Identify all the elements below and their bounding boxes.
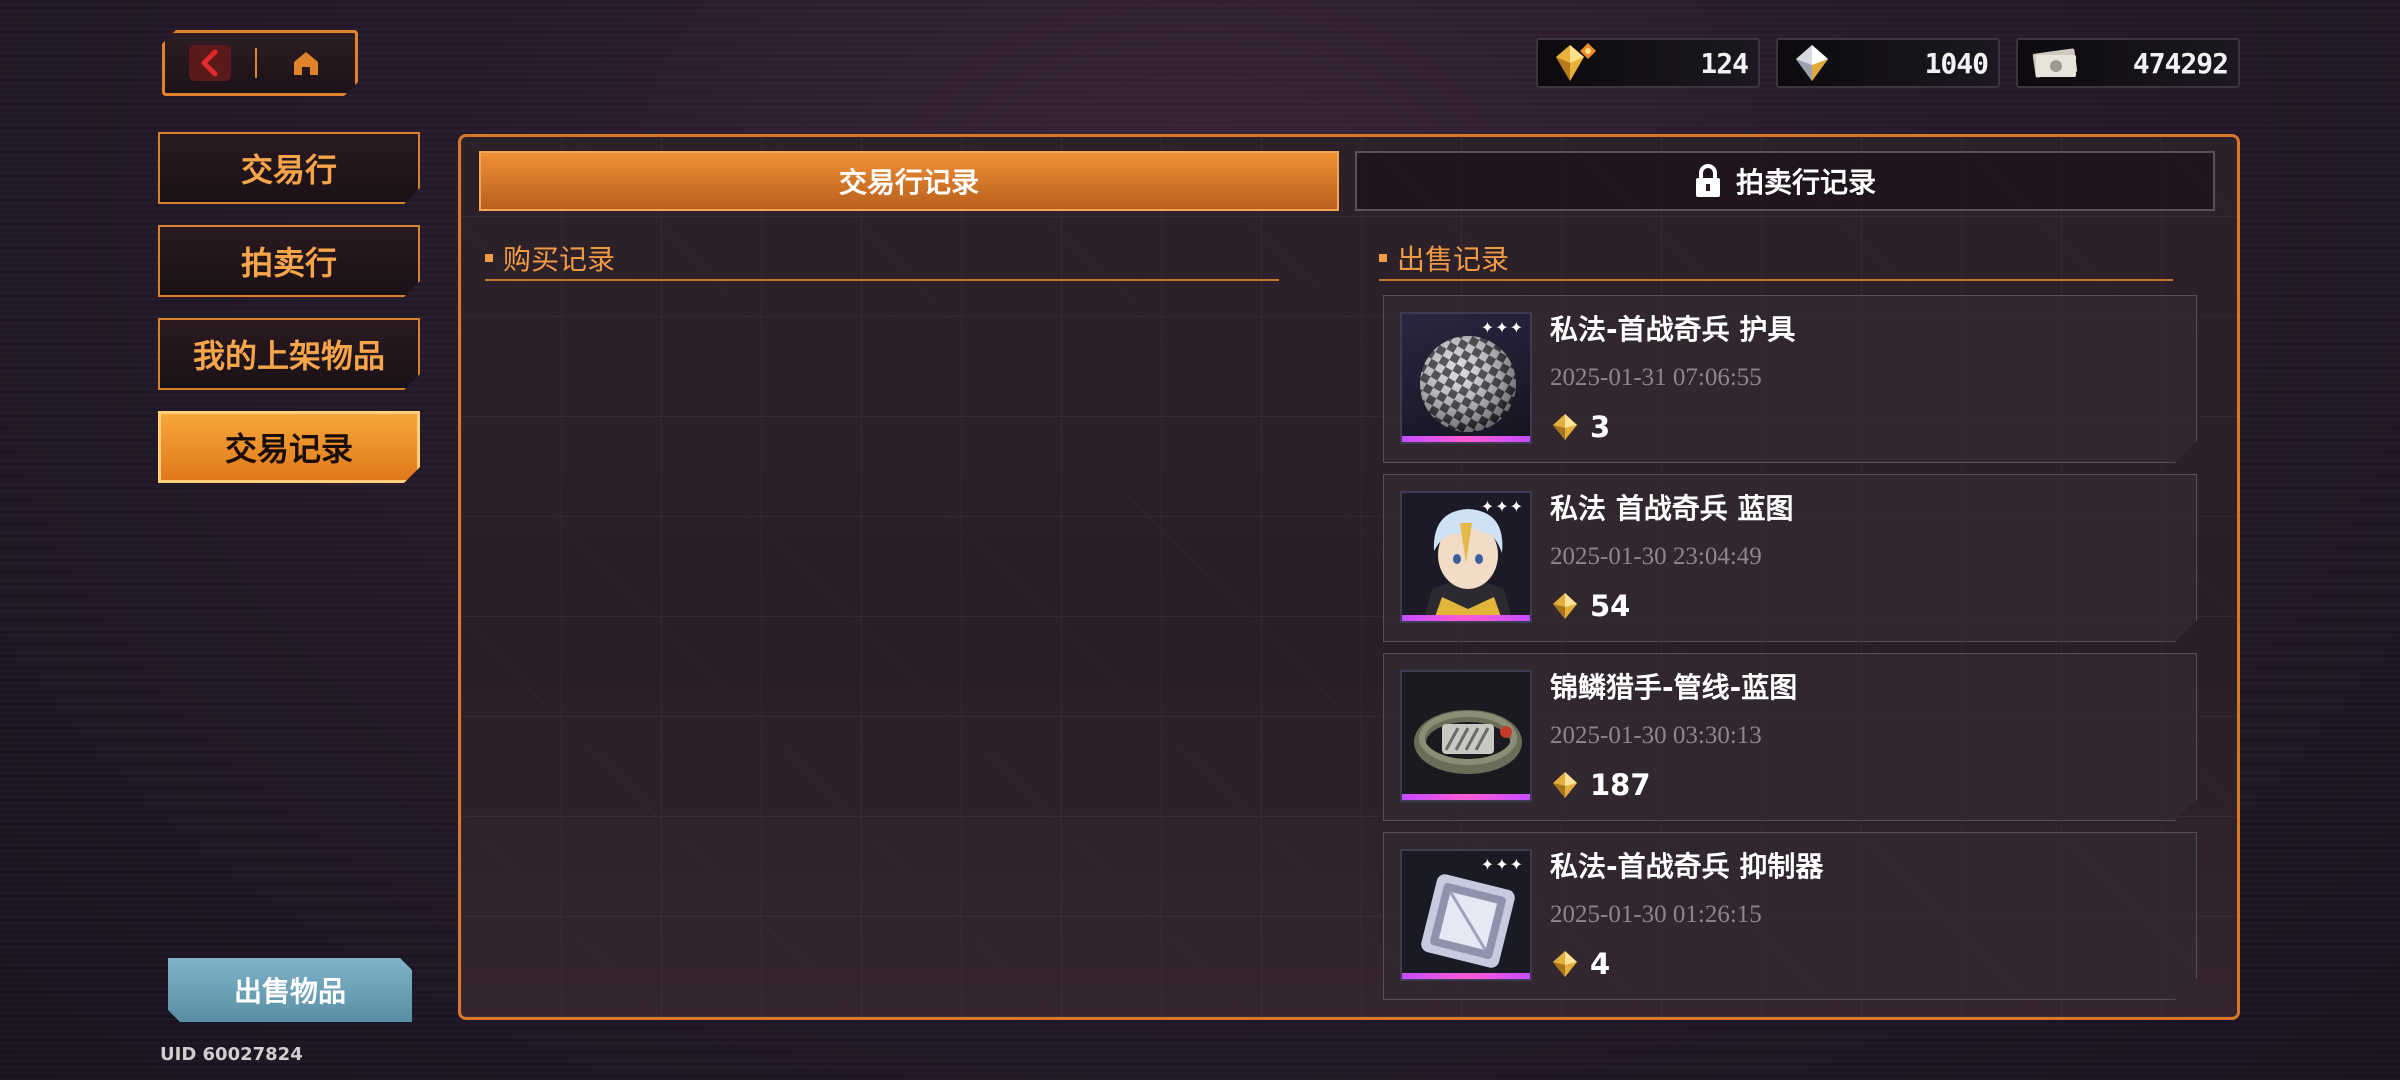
rarity-bar — [1402, 615, 1530, 621]
tab-label: 拍卖行记录 — [1735, 166, 1876, 199]
sidebar-item-label: 交易行 — [240, 151, 337, 189]
cash-icon — [2032, 48, 2078, 78]
crystal-cube-icon: ✦✦✦ — [1400, 849, 1532, 981]
sidebar-item-trading[interactable]: 交易行 — [158, 132, 420, 204]
item-name: 私法-首战奇兵 护具 — [1550, 313, 1796, 346]
bullet-marker — [1379, 254, 1387, 262]
star-rating: ✦✦✦ — [1480, 318, 1524, 337]
currency-gem-value: 1040 — [1924, 46, 1989, 80]
sidebar-item-label: 我的上架物品 — [192, 337, 385, 375]
section-title: 购买记录 — [503, 243, 616, 276]
tab-trading-records[interactable]: 交易行记录 — [479, 151, 1339, 211]
sale-price: 3 — [1550, 410, 1610, 444]
sidebar-item-label: 拍卖行 — [240, 244, 337, 282]
sale-time: 2025-01-30 23:04:49 — [1550, 543, 1762, 570]
item-name: 私法-首战奇兵 抑制器 — [1550, 850, 1824, 883]
top-nav — [162, 30, 358, 96]
currency-gem[interactable]: 1040 — [1776, 38, 2000, 88]
rarity-bar — [1402, 436, 1530, 442]
lock-icon — [1695, 164, 1720, 197]
sidebar-item-auction[interactable]: 拍卖行 — [158, 225, 420, 297]
sidebar-item-my-listings[interactable]: 我的上架物品 — [158, 318, 420, 390]
tab-auction-records[interactable]: 拍卖行记录 — [1355, 151, 2215, 211]
sale-time: 2025-01-30 03:30:13 — [1550, 722, 1762, 749]
sale-time: 2025-01-30 01:26:15 — [1550, 901, 1762, 928]
sale-record[interactable]: ✦✦✦ 私法-首战奇兵 抑制器 2025-01-30 01:26:15 4 — [1383, 832, 2197, 1000]
sale-record[interactable]: ✦✦✦ 私法 首战奇兵 蓝图 2025-01-30 23:04:49 54 — [1383, 474, 2197, 642]
cable-coil-icon — [1400, 670, 1532, 802]
item-name: 锦鳞猎手-管线-蓝图 — [1550, 671, 1798, 704]
armor-orb-icon: ✦✦✦ — [1400, 312, 1532, 444]
sidebar-item-trade-records[interactable]: 交易记录 — [158, 411, 420, 483]
back-icon — [189, 45, 231, 81]
item-name: 私法 首战奇兵 蓝图 — [1550, 492, 1794, 525]
price-value: 4 — [1590, 947, 1611, 981]
star-rating: ✦✦✦ — [1480, 855, 1524, 874]
gem-icon — [1796, 45, 1828, 81]
records-panel: 交易行记录 拍卖行记录 购买记录 出售记录 ✦✦✦ 私法-首战奇兵 护具 202… — [458, 134, 2240, 1020]
premium-gem-icon — [1556, 43, 1596, 81]
sale-price: 4 — [1550, 947, 1610, 981]
currency-cash-value: 474292 — [2132, 46, 2229, 80]
sell-items-label: 出售物品 — [233, 975, 346, 1008]
currency-cash[interactable]: 474292 — [2016, 38, 2240, 88]
sidebar-item-label: 交易记录 — [224, 430, 353, 468]
star-rating: ✦✦✦ — [1480, 497, 1524, 516]
user-id: UID 60027824 — [160, 1044, 303, 1065]
currency-premium-value: 124 — [1700, 46, 1749, 80]
home-icon — [291, 48, 321, 78]
character-portrait-icon: ✦✦✦ — [1400, 491, 1532, 623]
bullet-marker — [485, 254, 493, 262]
price-value: 3 — [1590, 410, 1611, 444]
home-button[interactable] — [257, 48, 355, 78]
sale-price: 54 — [1550, 589, 1630, 623]
sales-records-heading: 出售记录 — [1379, 237, 2173, 281]
price-gem-icon — [1550, 770, 1580, 800]
rarity-bar — [1402, 794, 1530, 800]
price-gem-icon — [1550, 949, 1580, 979]
sale-price: 187 — [1550, 768, 1651, 802]
back-button[interactable] — [165, 33, 255, 93]
section-title: 出售记录 — [1397, 243, 1510, 276]
sale-time: 2025-01-31 07:06:55 — [1550, 364, 1762, 391]
sell-items-button[interactable]: 出售物品 — [168, 958, 412, 1022]
sale-record[interactable]: 锦鳞猎手-管线-蓝图 2025-01-30 03:30:13 187 — [1383, 653, 2197, 821]
price-gem-icon — [1550, 591, 1580, 621]
currency-premium[interactable]: 124 — [1536, 38, 1760, 88]
purchase-records-heading: 购买记录 — [485, 237, 1279, 281]
price-value: 54 — [1590, 589, 1631, 623]
price-value: 187 — [1590, 768, 1651, 802]
rarity-bar — [1402, 973, 1530, 979]
sale-record[interactable]: ✦✦✦ 私法-首战奇兵 护具 2025-01-31 07:06:55 3 — [1383, 295, 2197, 463]
tab-label: 交易行记录 — [838, 166, 979, 199]
price-gem-icon — [1550, 412, 1580, 442]
